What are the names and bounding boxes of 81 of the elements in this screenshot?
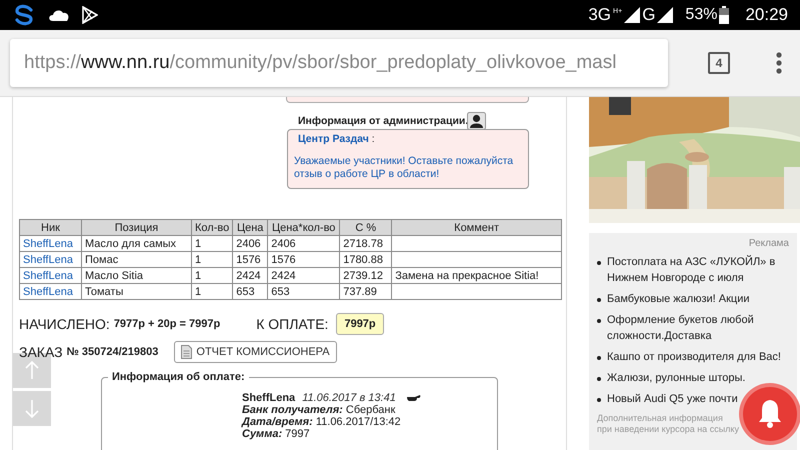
- table-cell: 653: [232, 284, 268, 300]
- column-header: Ник: [20, 220, 82, 236]
- user-link[interactable]: SheffLena: [23, 254, 73, 266]
- ad-link[interactable]: Бамбуковые жалюзи! Акции: [607, 291, 750, 307]
- pay-label: К ОПЛАТЕ:: [256, 316, 328, 332]
- report-button[interactable]: ОТЧЕТ КОМИССИОНЕРА: [174, 341, 337, 363]
- signal-icon: [657, 7, 674, 23]
- table-cell: 737.89: [340, 284, 392, 300]
- table-cell: 2424: [232, 268, 268, 284]
- ad-link[interactable]: Жалюзи, рулонные шторы.: [607, 370, 746, 386]
- table-cell: 2406: [232, 236, 268, 252]
- column-header: С %: [340, 220, 392, 236]
- field-value: 7997: [284, 428, 310, 440]
- cloud-icon: [48, 8, 70, 22]
- table-cell: 2424: [268, 268, 340, 284]
- user-link[interactable]: SheffLena: [23, 270, 73, 282]
- table-cell: Масло Sitia: [82, 268, 192, 284]
- table-cell: 2406: [268, 236, 340, 252]
- table-cell: 2739.12: [340, 268, 392, 284]
- table-cell: Помас: [82, 252, 192, 268]
- address-field[interactable]: https://www.nn.ru/community/pv/sbor/sbor_predoplaty_olivkovoe_masl: [10, 39, 668, 87]
- table-cell: 1: [192, 236, 233, 252]
- user-link[interactable]: SheffLena: [23, 238, 73, 250]
- panel-legend: Информация об оплате:: [108, 371, 249, 383]
- column-header: Кол-во: [192, 220, 233, 236]
- ad-label: Реклама: [748, 238, 789, 249]
- charged-label: НАЧИСЛЕНО:: [19, 316, 110, 332]
- notice-message: Уважаемые участники! Оставьте пожалуйста отзыв о работе ЦР в области!: [294, 155, 514, 181]
- bullet-icon: [597, 298, 601, 302]
- field-value: Сбербанк: [344, 404, 396, 416]
- notification-bell-button[interactable]: [738, 382, 800, 446]
- ad-note: Дополнительная информация: [597, 413, 723, 424]
- amount-badge: 7997р: [336, 313, 384, 335]
- table-cell: 2718.78: [340, 236, 392, 252]
- tab-count-button[interactable]: 4: [708, 52, 730, 74]
- table-cell: 1576: [268, 252, 340, 268]
- table-cell: 1: [192, 252, 233, 268]
- charged-value: 7977р + 20р = 7997р: [114, 318, 220, 330]
- menu-icon[interactable]: [776, 52, 782, 74]
- bullet-icon: [597, 398, 601, 402]
- bullet-icon: [597, 319, 601, 323]
- field-value: 11.06.2017/13:42: [314, 416, 401, 428]
- table-cell: 653: [268, 284, 340, 300]
- battery-icon: [719, 6, 730, 24]
- bullet-icon: [597, 261, 601, 265]
- bullet-icon: [597, 356, 601, 360]
- network-label: G: [642, 5, 656, 25]
- play-store-icon: [82, 6, 98, 24]
- table-cell: Масло для самых: [82, 236, 192, 252]
- author-link[interactable]: Центр Раздач: [298, 133, 369, 145]
- column-header: Позиция: [82, 220, 192, 236]
- notice-title: Информация от администрации.: [298, 115, 467, 127]
- ad-link[interactable]: Постоплата на АЗС «ЛУКОЙЛ» в Нижнем Новгороде с июля: [607, 254, 782, 286]
- table-cell: 1780.88: [340, 252, 392, 268]
- column-header: Коммент: [392, 220, 562, 236]
- table-cell: Замена на прекрасное Sitia!: [392, 268, 562, 284]
- bullet-icon: [597, 377, 601, 381]
- table-cell: Томаты: [82, 284, 192, 300]
- field-label: Сумма:: [242, 428, 282, 440]
- column-header: Цена: [232, 220, 268, 236]
- field-label: Дата/время:: [242, 416, 313, 428]
- clock: 20:29: [745, 5, 788, 25]
- separator-text: :: [370, 133, 375, 145]
- user-link[interactable]: SheffLena: [23, 286, 73, 298]
- post-date: 11.06.2017 в 13:41: [302, 392, 396, 404]
- table-cell: 1: [192, 284, 233, 300]
- table-cell: 1: [192, 268, 233, 284]
- ad-link[interactable]: Новый Audi Q5 уже почти: [607, 391, 738, 407]
- column-header: Цена*кол-во: [268, 220, 340, 236]
- signal-icon: [624, 7, 640, 23]
- ad-link[interactable]: Кашпо от производителя для Вас!: [607, 349, 781, 365]
- user-name: SheffLena: [242, 392, 296, 404]
- network-label: 3G: [588, 5, 612, 25]
- ad-note: при наведении курсора на ссылку: [597, 424, 739, 435]
- ad-link[interactable]: Оформление букетов любой сложности.Доставка: [607, 312, 782, 344]
- order-number: № 350724/219803: [66, 346, 158, 358]
- table-cell: 1576: [232, 252, 268, 268]
- document-icon: [181, 345, 192, 359]
- battery-percent: 53%: [685, 6, 718, 24]
- field-label: Банк получателя:: [242, 404, 343, 416]
- order-label: ЗАКАЗ: [19, 344, 63, 360]
